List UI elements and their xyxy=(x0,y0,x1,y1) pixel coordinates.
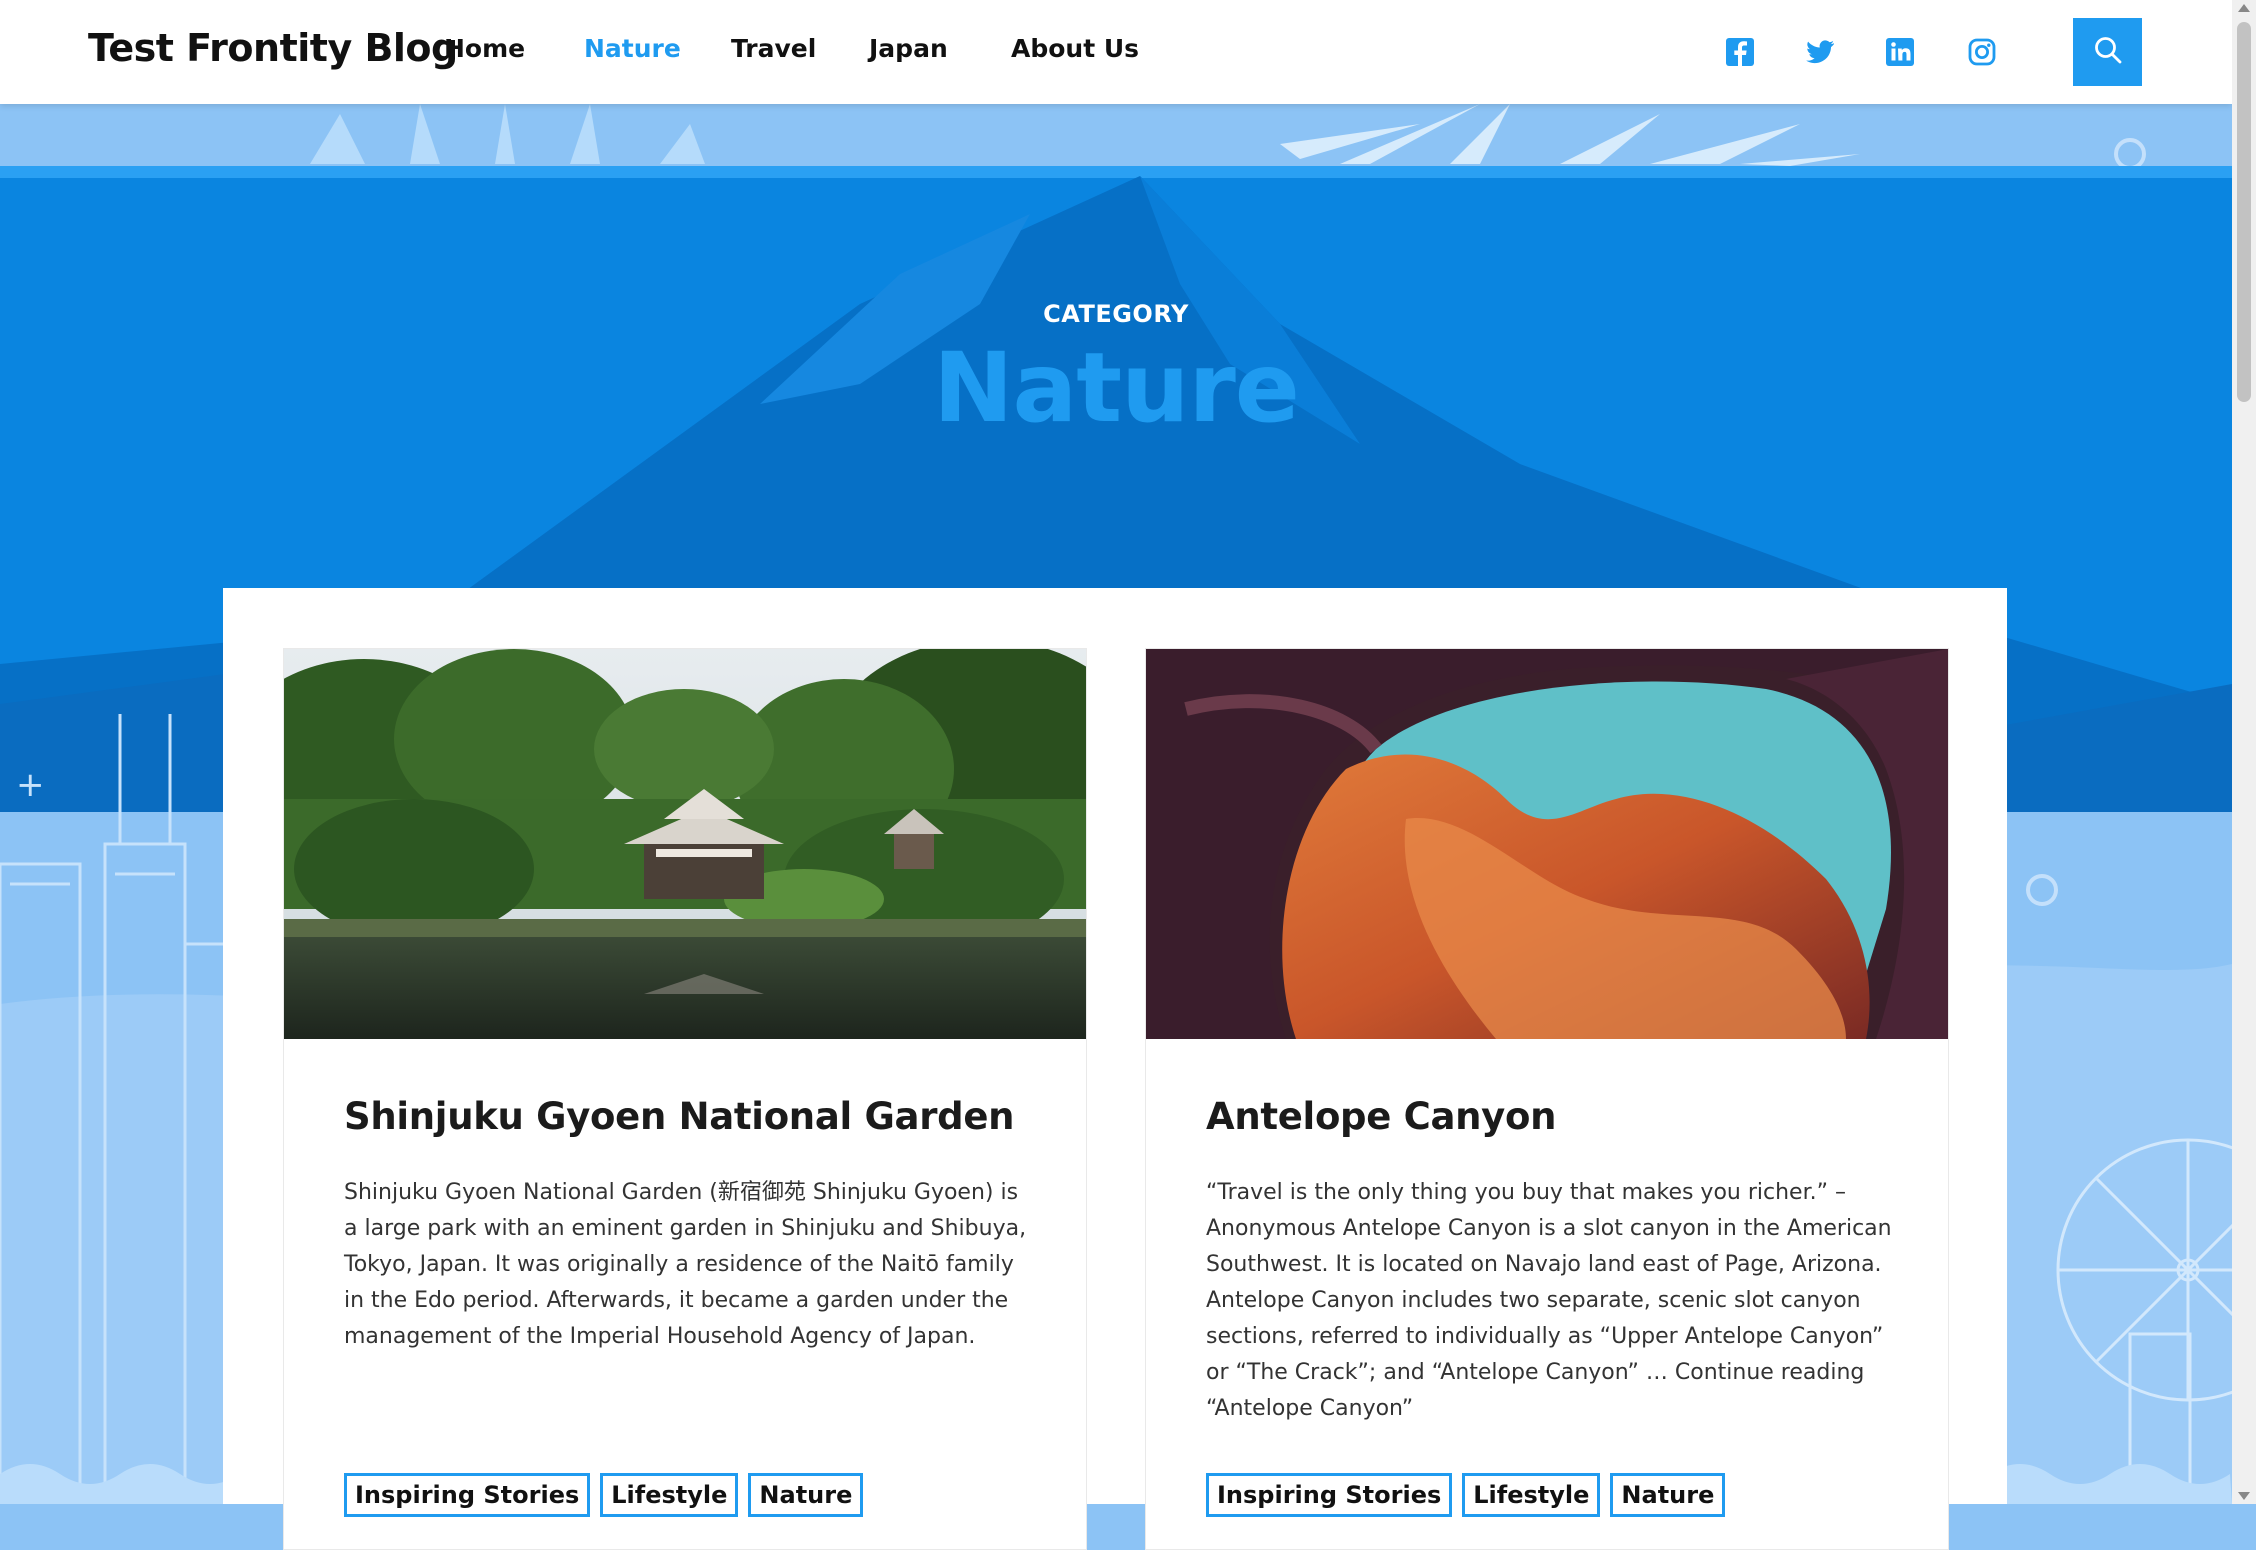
category-label: CATEGORY xyxy=(1043,300,1189,328)
linkedin-icon[interactable] xyxy=(1884,36,1916,68)
post-title[interactable]: Antelope Canyon xyxy=(1206,1095,1556,1138)
facebook-icon[interactable] xyxy=(1724,36,1756,68)
tag-inspiring-stories[interactable]: Inspiring Stories xyxy=(344,1473,591,1517)
post-tags: Inspiring Stories Lifestyle Nature xyxy=(344,1473,864,1517)
nav-item-travel[interactable]: Travel xyxy=(731,34,816,63)
post-card-shinjuku[interactable]: Shinjuku Gyoen National Garden Shinjuku … xyxy=(283,648,1087,1550)
post-featured-image[interactable] xyxy=(284,649,1086,1039)
nav-item-home[interactable]: Home xyxy=(444,34,525,63)
post-excerpt: “Travel is the only thing you buy that m… xyxy=(1206,1180,1892,1421)
scrollbar-thumb[interactable] xyxy=(2237,22,2251,402)
hero-heading: CATEGORY Nature xyxy=(0,300,2232,444)
tag-nature[interactable]: Nature xyxy=(748,1473,864,1517)
site-header: Test Frontity Blog Home Nature Travel Ja… xyxy=(0,0,2232,104)
nav-item-nature[interactable]: Nature xyxy=(584,34,681,63)
tag-nature[interactable]: Nature xyxy=(1610,1473,1726,1517)
search-icon xyxy=(2093,35,2123,69)
post-featured-image[interactable] xyxy=(1146,649,1948,1039)
scroll-down-arrow[interactable] xyxy=(2238,1492,2250,1500)
category-title: Nature xyxy=(933,332,1300,444)
nav-item-about-us[interactable]: About Us xyxy=(1011,34,1139,63)
scroll-up-arrow[interactable] xyxy=(2238,4,2250,12)
twitter-icon[interactable] xyxy=(1804,36,1836,68)
tag-lifestyle[interactable]: Lifestyle xyxy=(1462,1473,1601,1517)
post-list: Shinjuku Gyoen National Garden Shinjuku … xyxy=(223,588,2007,1550)
site-title[interactable]: Test Frontity Blog xyxy=(88,26,458,70)
post-card-antelope-canyon[interactable]: Antelope Canyon “Travel is the only thin… xyxy=(1145,648,1949,1550)
tag-inspiring-stories[interactable]: Inspiring Stories xyxy=(1206,1473,1453,1517)
svg-text:+: + xyxy=(16,765,45,805)
post-title[interactable]: Shinjuku Gyoen National Garden xyxy=(344,1095,1015,1138)
page-scrollbar[interactable] xyxy=(2232,0,2256,1504)
tag-lifestyle[interactable]: Lifestyle xyxy=(600,1473,739,1517)
post-tags: Inspiring Stories Lifestyle Nature xyxy=(1206,1473,1726,1517)
search-button[interactable] xyxy=(2073,18,2142,86)
post-excerpt: Shinjuku Gyoen National Garden (新宿御苑 Shi… xyxy=(344,1180,1027,1349)
nav-item-japan[interactable]: Japan xyxy=(869,34,948,63)
instagram-icon[interactable] xyxy=(1966,36,1998,68)
